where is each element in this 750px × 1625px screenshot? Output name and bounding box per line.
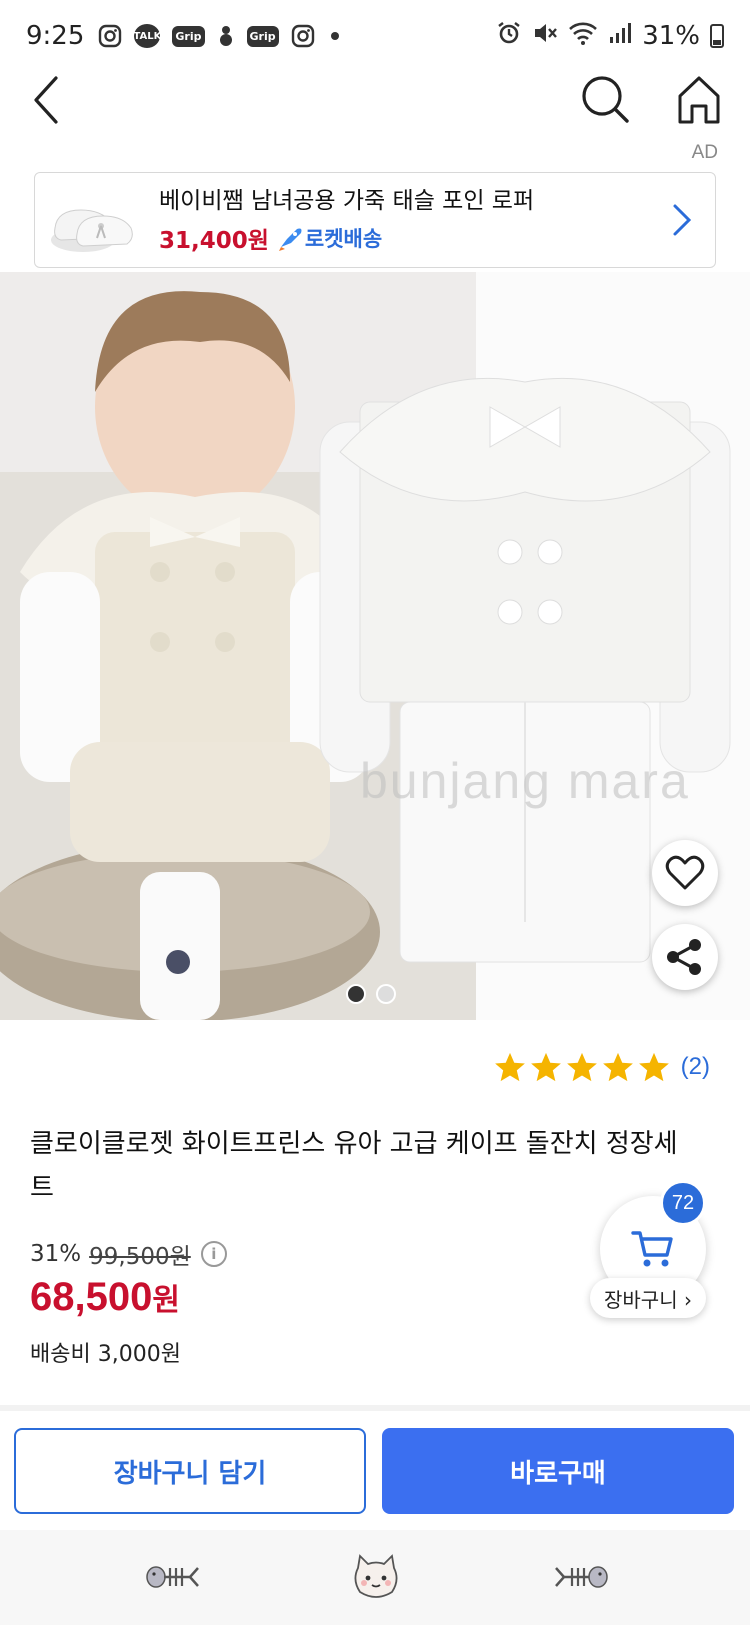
buy-now-button[interactable]: 바로구매 (382, 1428, 734, 1514)
star-icon (602, 1052, 633, 1082)
star-icon (566, 1052, 597, 1082)
star-icon (638, 1052, 669, 1082)
original-price: 99,500원 (89, 1244, 191, 1270)
search-button[interactable] (580, 72, 634, 132)
cart-icon (631, 1231, 673, 1267)
ad-price: 31,400원 (159, 228, 269, 254)
notification-dot-icon (330, 32, 339, 40)
rating-stars[interactable]: (2) (493, 1050, 710, 1084)
rocket-icon (278, 228, 302, 251)
mute-icon (532, 20, 558, 53)
cat-face-icon[interactable] (348, 1552, 404, 1602)
review-count[interactable]: (2) (681, 1053, 710, 1081)
sale-price-unit: 원 (152, 1284, 180, 1317)
carousel-dot (376, 984, 396, 1004)
chevron-right-icon (667, 200, 697, 240)
carousel-dot-active (346, 984, 366, 1004)
clover-icon (217, 24, 235, 48)
battery-icon (710, 24, 724, 48)
add-to-cart-button[interactable]: 장바구니 담기 (14, 1428, 366, 1514)
system-navigation-bar (0, 1530, 750, 1625)
home-icon (678, 76, 720, 124)
rocket-delivery-label: 로켓배송 (304, 227, 383, 251)
fishbone-icon[interactable] (144, 1552, 200, 1602)
ad-title: 베이비쨈 남녀공용 가죽 태슬 포인 로퍼 (159, 188, 535, 214)
status-time: 9:25 (26, 21, 85, 51)
discount-row: 31% 99,500원 i (30, 1237, 227, 1271)
grip-icon: Grip (246, 25, 279, 47)
info-icon[interactable]: i (200, 1241, 227, 1267)
back-button[interactable] (28, 72, 78, 132)
sale-price-number: 68,500 (30, 1275, 153, 1319)
battery-percent: 31% (642, 21, 700, 51)
discount-rate: 31% (30, 1241, 82, 1267)
star-icon (494, 1052, 525, 1082)
rocket-delivery-badge: 로켓배송 (277, 223, 382, 253)
divider (0, 1405, 750, 1411)
fishbone-icon[interactable] (554, 1552, 610, 1602)
wishlist-button[interactable] (652, 840, 718, 906)
share-icon (667, 939, 701, 975)
heart-icon (665, 855, 705, 890)
cart-label-button[interactable]: 장바구니 › (590, 1278, 706, 1318)
instagram-icon (291, 24, 315, 48)
carousel-indicator (346, 984, 396, 1004)
wifi-icon (568, 20, 598, 53)
home-button[interactable] (674, 72, 724, 132)
sale-price: 68,500원 (30, 1275, 180, 1320)
ad-label: AD (691, 142, 718, 163)
product-title: 클로이클로젯 화이트프린스 유아 고급 케이프 돌잔치 정장세트 (30, 1129, 678, 1203)
search-icon (582, 76, 629, 123)
ad-thumbnail (43, 180, 141, 260)
product-image-carousel[interactable]: bunjang mara (0, 272, 750, 1020)
star-icon (530, 1052, 561, 1082)
share-button[interactable] (652, 924, 718, 990)
status-bar: 9:25 TALK Grip Grip 31% (0, 0, 750, 72)
signal-icon (608, 21, 632, 52)
instagram-icon (98, 24, 122, 48)
shipping-fee: 배송비 3,000원 (30, 1342, 181, 1367)
kakaotalk-icon: TALK (133, 24, 161, 48)
alarm-icon (496, 20, 522, 53)
cart-count-badge: 72 (660, 1180, 706, 1226)
ad-banner[interactable]: 베이비쨈 남녀공용 가죽 태슬 포인 로퍼 31,400원 로켓배송 (34, 172, 716, 268)
grip-icon: Grip (172, 25, 205, 47)
watermark: bunjang mara (360, 753, 690, 809)
top-navigation (0, 72, 750, 148)
chevron-left-icon (34, 76, 58, 124)
